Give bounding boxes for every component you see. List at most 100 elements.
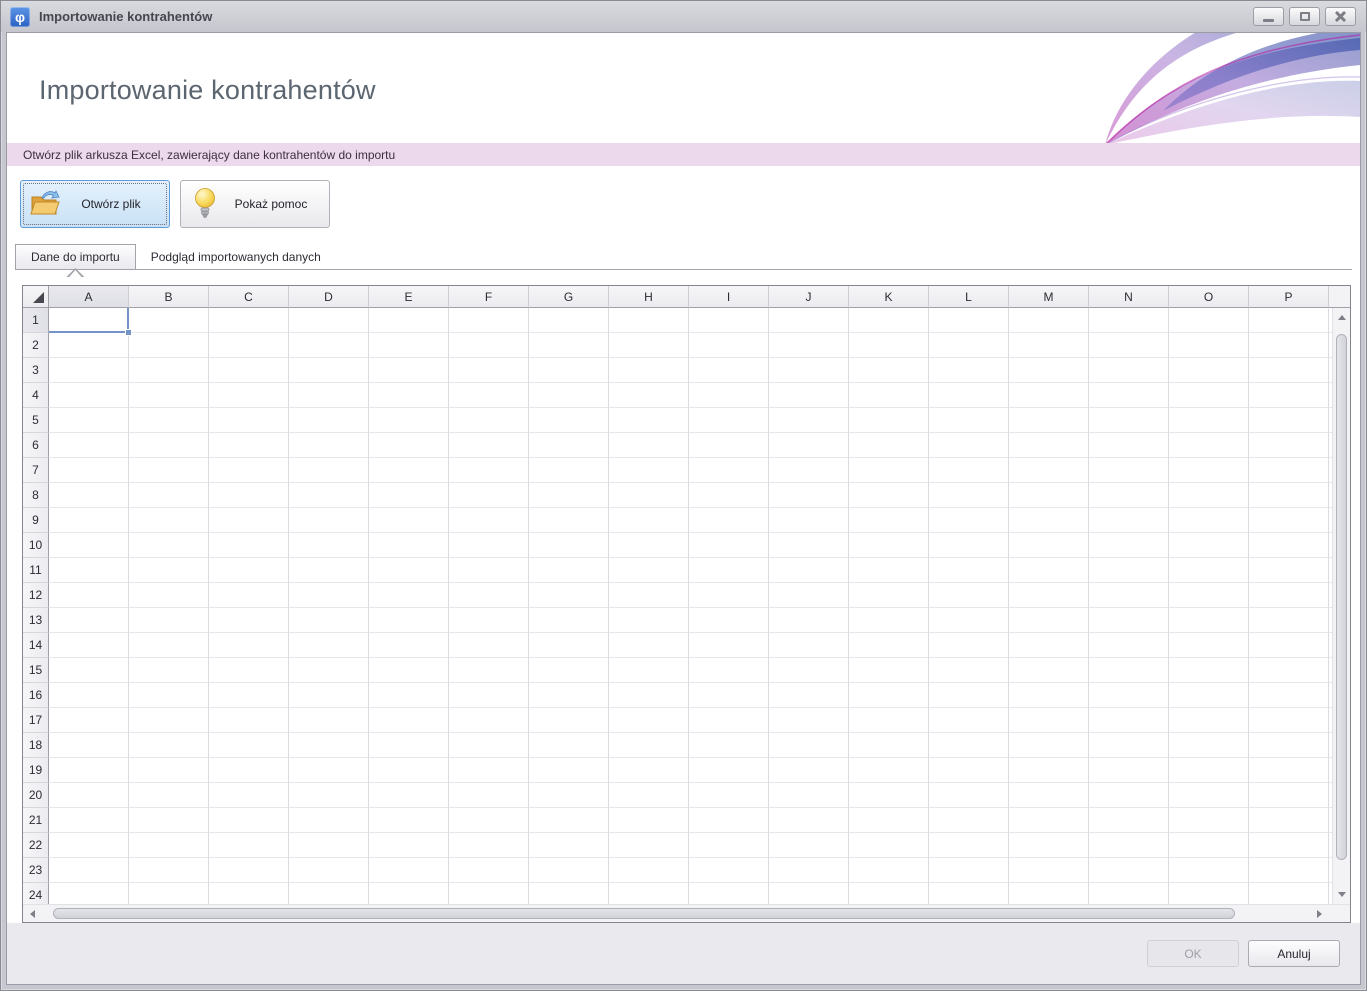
cell-J13[interactable]	[769, 608, 849, 633]
cell-J7[interactable]	[769, 458, 849, 483]
cell-A8[interactable]	[49, 483, 129, 508]
cell-C3[interactable]	[209, 358, 289, 383]
cell-I12[interactable]	[689, 583, 769, 608]
cell-L23[interactable]	[929, 858, 1009, 883]
cell-A5[interactable]	[49, 408, 129, 433]
cell-A18[interactable]	[49, 733, 129, 758]
cell-O6[interactable]	[1169, 433, 1249, 458]
cell-E4[interactable]	[369, 383, 449, 408]
column-header-E[interactable]: E	[369, 286, 449, 308]
row-header-12[interactable]: 12	[23, 583, 49, 608]
row-header-19[interactable]: 19	[23, 758, 49, 783]
cell-F6[interactable]	[449, 433, 529, 458]
cell-K16[interactable]	[849, 683, 929, 708]
cell-K18[interactable]	[849, 733, 929, 758]
cell-J5[interactable]	[769, 408, 849, 433]
column-header-G[interactable]: G	[529, 286, 609, 308]
column-header-J[interactable]: J	[769, 286, 849, 308]
cell-K24[interactable]	[849, 883, 929, 904]
cell-E21[interactable]	[369, 808, 449, 833]
cell-F22[interactable]	[449, 833, 529, 858]
cell-L8[interactable]	[929, 483, 1009, 508]
cell-G6[interactable]	[529, 433, 609, 458]
row-header-9[interactable]: 9	[23, 508, 49, 533]
cell-K8[interactable]	[849, 483, 929, 508]
cell-B19[interactable]	[129, 758, 209, 783]
cell-B14[interactable]	[129, 633, 209, 658]
cell-F9[interactable]	[449, 508, 529, 533]
row-header-2[interactable]: 2	[23, 333, 49, 358]
cell-A6[interactable]	[49, 433, 129, 458]
cell-D17[interactable]	[289, 708, 369, 733]
cell-I16[interactable]	[689, 683, 769, 708]
cell-F1[interactable]	[449, 308, 529, 333]
cell-L21[interactable]	[929, 808, 1009, 833]
cell-K1[interactable]	[849, 308, 929, 333]
cell-F2[interactable]	[449, 333, 529, 358]
cell-G15[interactable]	[529, 658, 609, 683]
column-header-P[interactable]: P	[1249, 286, 1329, 308]
cell-D20[interactable]	[289, 783, 369, 808]
cell-F15[interactable]	[449, 658, 529, 683]
column-header-O[interactable]: O	[1169, 286, 1249, 308]
cell-L24[interactable]	[929, 883, 1009, 904]
cell-I24[interactable]	[689, 883, 769, 904]
cell-B24[interactable]	[129, 883, 209, 904]
cell-M12[interactable]	[1009, 583, 1089, 608]
cell-L6[interactable]	[929, 433, 1009, 458]
cell-P4[interactable]	[1249, 383, 1329, 408]
cell-P2[interactable]	[1249, 333, 1329, 358]
cell-H3[interactable]	[609, 358, 689, 383]
cell-M5[interactable]	[1009, 408, 1089, 433]
cell-J12[interactable]	[769, 583, 849, 608]
cell-G5[interactable]	[529, 408, 609, 433]
cell-K2[interactable]	[849, 333, 929, 358]
cell-B2[interactable]	[129, 333, 209, 358]
cell-D7[interactable]	[289, 458, 369, 483]
cell-B16[interactable]	[129, 683, 209, 708]
cell-K15[interactable]	[849, 658, 929, 683]
cell-A21[interactable]	[49, 808, 129, 833]
row-header-15[interactable]: 15	[23, 658, 49, 683]
cell-D24[interactable]	[289, 883, 369, 904]
cell-L2[interactable]	[929, 333, 1009, 358]
cell-P13[interactable]	[1249, 608, 1329, 633]
cell-M22[interactable]	[1009, 833, 1089, 858]
cell-H9[interactable]	[609, 508, 689, 533]
cell-L17[interactable]	[929, 708, 1009, 733]
cell-O18[interactable]	[1169, 733, 1249, 758]
cell-E8[interactable]	[369, 483, 449, 508]
cell-E22[interactable]	[369, 833, 449, 858]
cell-A4[interactable]	[49, 383, 129, 408]
cell-G16[interactable]	[529, 683, 609, 708]
cell-A10[interactable]	[49, 533, 129, 558]
cell-G1[interactable]	[529, 308, 609, 333]
column-header-H[interactable]: H	[609, 286, 689, 308]
cell-L18[interactable]	[929, 733, 1009, 758]
cell-P3[interactable]	[1249, 358, 1329, 383]
cell-M20[interactable]	[1009, 783, 1089, 808]
cell-H13[interactable]	[609, 608, 689, 633]
cell-O5[interactable]	[1169, 408, 1249, 433]
cell-B1[interactable]	[129, 308, 209, 333]
cell-C7[interactable]	[209, 458, 289, 483]
cell-M21[interactable]	[1009, 808, 1089, 833]
cell-A19[interactable]	[49, 758, 129, 783]
cell-D5[interactable]	[289, 408, 369, 433]
cell-B5[interactable]	[129, 408, 209, 433]
cell-J24[interactable]	[769, 883, 849, 904]
cell-F5[interactable]	[449, 408, 529, 433]
select-all-corner[interactable]	[23, 286, 49, 308]
cell-G10[interactable]	[529, 533, 609, 558]
row-header-16[interactable]: 16	[23, 683, 49, 708]
cell-P22[interactable]	[1249, 833, 1329, 858]
cell-H21[interactable]	[609, 808, 689, 833]
cell-A22[interactable]	[49, 833, 129, 858]
column-header-A[interactable]: A	[49, 286, 129, 308]
cell-N9[interactable]	[1089, 508, 1169, 533]
cell-I8[interactable]	[689, 483, 769, 508]
cell-E23[interactable]	[369, 858, 449, 883]
cell-N12[interactable]	[1089, 583, 1169, 608]
cell-N11[interactable]	[1089, 558, 1169, 583]
cell-N4[interactable]	[1089, 383, 1169, 408]
